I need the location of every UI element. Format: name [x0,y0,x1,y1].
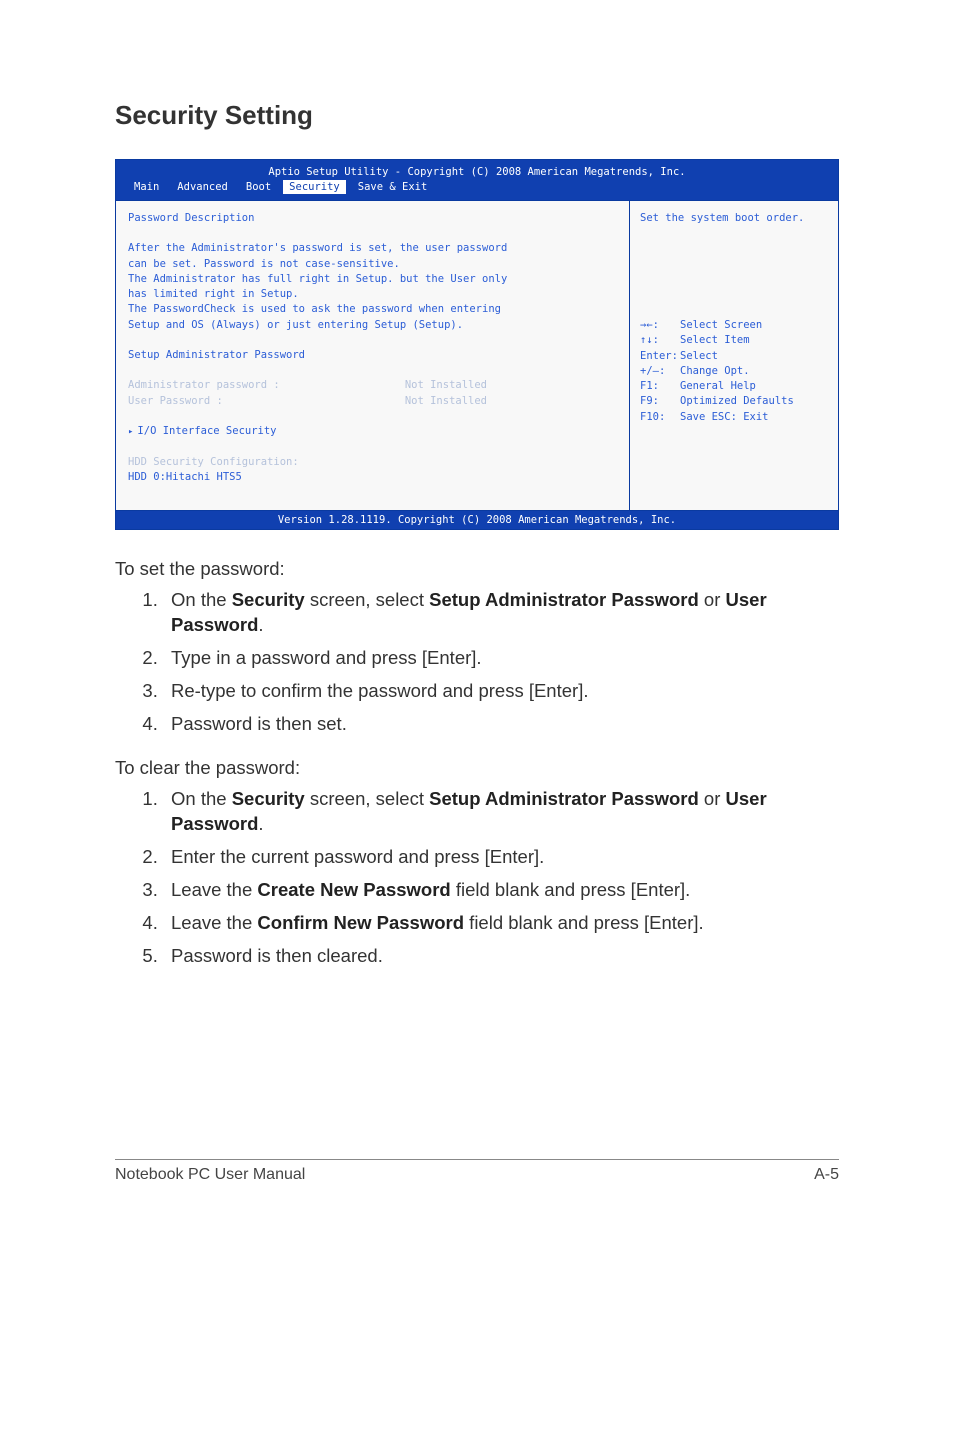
setup-admin-password[interactable]: Setup Administrator Password [128,348,617,363]
clear-password-intro: To clear the password: [115,757,839,779]
bios-tabs: Main Advanced Boot Security Save & Exit [116,178,838,194]
clr-s1-pre: On the [171,788,232,809]
set-password-steps: On the Security screen, select Setup Adm… [115,588,839,737]
help-v5: General Help [680,379,756,394]
user-password-label: User Password : [128,394,223,409]
tab-save-exit[interactable]: Save & Exit [352,180,434,194]
help-v7: Save ESC: Exit [680,410,769,425]
clr-s4-end: field blank and press [Enter]. [464,912,704,933]
clear-step-4: Leave the Confirm New Password field bla… [163,911,839,936]
help-select-item: ↑↓: Select Item [640,333,828,348]
help-change-opt: +/—: Change Opt. [640,364,828,379]
password-description-heading: Password Description [128,211,617,226]
set-password-intro: To set the password: [115,558,839,580]
help-general-help: F1: General Help [640,379,828,394]
clr-s3-pre: Leave the [171,879,257,900]
bios-body: Password Description After the Administr… [116,200,838,511]
user-password-row: User Password : Not Installed [128,394,617,409]
help-k1: →←: [640,318,680,333]
set-s1-end: . [258,614,263,635]
help-k4: +/—: [640,364,680,379]
admin-password-label: Administrator password : [128,378,280,393]
hdd0-item[interactable]: HDD 0:Hitachi HTS5 [128,470,617,485]
bios-help-hint: Set the system boot order. [640,211,828,226]
help-k7: F10: [640,410,680,425]
help-v6: Optimized Defaults [680,394,794,409]
user-password-value: Not Installed [405,394,617,409]
pwd-desc-l5: The PasswordCheck is used to ask the pas… [128,302,617,317]
io-interface-security[interactable]: I/O Interface Security [128,424,617,439]
clear-step-2: Enter the current password and press [En… [163,845,839,870]
pwd-desc-l3: The Administrator has full right in Setu… [128,272,617,287]
help-k2: ↑↓: [640,333,680,348]
pwd-desc-l2: can be set. Password is not case-sensiti… [128,257,617,272]
set-s1-b1: Security [232,589,305,610]
help-save-exit: F10: Save ESC: Exit [640,410,828,425]
help-enter: Enter: Select [640,349,828,364]
bios-title-text: Aptio Setup Utility - Copyright (C) 2008… [116,166,838,178]
bios-footer: Version 1.28.1119. Copyright (C) 2008 Am… [116,511,838,529]
set-s1-or: or [699,589,726,610]
help-select-screen: →←: Select Screen [640,318,828,333]
clear-step-1: On the Security screen, select Setup Adm… [163,787,839,837]
clr-s3-b: Create New Password [257,879,450,900]
help-k6: F9: [640,394,680,409]
clr-s4-b: Confirm New Password [257,912,464,933]
set-step-4: Password is then set. [163,712,839,737]
clr-s1-b1: Security [232,788,305,809]
help-v3: Select [680,349,718,364]
clr-s3-end: field blank and press [Enter]. [451,879,691,900]
set-step-3: Re-type to confirm the password and pres… [163,679,839,704]
hdd-security-config: HDD Security Configuration: [128,455,617,470]
bios-right-panel: Set the system boot order. →←: Select Sc… [630,201,838,510]
pwd-desc-l4: has limited right in Setup. [128,287,617,302]
section-title: Security Setting [115,100,839,131]
tab-security[interactable]: Security [283,180,346,194]
help-v4: Change Opt. [680,364,750,379]
clear-password-steps: On the Security screen, select Setup Adm… [115,787,839,969]
admin-password-row: Administrator password : Not Installed [128,378,617,393]
tab-main[interactable]: Main [128,180,165,194]
admin-password-value: Not Installed [405,378,617,393]
help-optimized-defaults: F9: Optimized Defaults [640,394,828,409]
tab-boot[interactable]: Boot [240,180,277,194]
set-step-2: Type in a password and press [Enter]. [163,646,839,671]
clear-step-3: Leave the Create New Password field blan… [163,878,839,903]
bios-window: Aptio Setup Utility - Copyright (C) 2008… [115,159,839,530]
bios-left-panel: Password Description After the Administr… [116,201,630,510]
clear-step-5: Password is then cleared. [163,944,839,969]
clr-s1-b2: Setup Administrator Password [429,788,699,809]
bios-titlebar: Aptio Setup Utility - Copyright (C) 2008… [116,160,838,200]
help-v1: Select Screen [680,318,762,333]
pwd-desc-l6: Setup and OS (Always) or just entering S… [128,318,617,333]
help-k5: F1: [640,379,680,394]
help-k3: Enter: [640,349,680,364]
clr-s1-or: or [699,788,726,809]
pwd-desc-l1: After the Administrator's password is se… [128,241,617,256]
set-s1-b2: Setup Administrator Password [429,589,699,610]
help-v2: Select Item [680,333,750,348]
tab-advanced[interactable]: Advanced [171,180,234,194]
clr-s1-mid: screen, select [305,788,429,809]
clr-s4-pre: Leave the [171,912,257,933]
clr-s1-end: . [258,813,263,834]
set-step-1: On the Security screen, select Setup Adm… [163,588,839,638]
footer-left: Notebook PC User Manual [115,1166,305,1184]
footer-right: A-5 [814,1166,839,1184]
set-s1-mid: screen, select [305,589,429,610]
page-footer: Notebook PC User Manual A-5 [115,1159,839,1184]
set-s1-pre: On the [171,589,232,610]
